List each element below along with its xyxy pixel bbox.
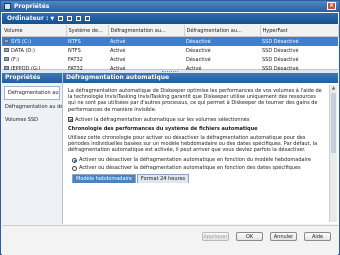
volume-name: DATA (D:) — [11, 47, 35, 54]
auto-defrag-cell: Activé — [110, 56, 126, 63]
refresh-icon[interactable] — [67, 16, 73, 21]
section-title: Chronologie des performances du système … — [68, 125, 258, 132]
filesystem-cell: FAT32 — [68, 56, 83, 63]
column-header[interactable]: HyperFast — [260, 25, 339, 37]
app-icon — [4, 3, 11, 10]
nav-item-ssd-volumes[interactable]: Volumes SSD — [2, 114, 62, 126]
filesystem-cell: NTFS — [66, 36, 108, 46]
column-header[interactable]: Système de... — [66, 25, 109, 37]
boot-defrag-cell: Désactivé — [186, 56, 211, 63]
filesystem-cell: NTFS — [68, 47, 81, 54]
vertical-scrollbar[interactable]: ▲ — [329, 85, 337, 222]
select-all-icon[interactable] — [58, 16, 64, 21]
title-bar: Propriétés × — [1, 1, 339, 12]
section-text: Utilisez cette chronologie pour activer … — [68, 134, 318, 154]
properties-window: Propriétés × Ordinateur : ▼ Volume Systè… — [0, 0, 340, 255]
table-row[interactable]: DATA (D:) NTFS Activé Désactivé SSD Désa… — [2, 46, 338, 55]
boot-defrag-cell: Désactivé — [186, 47, 211, 54]
drive-icon — [4, 48, 9, 52]
table-row[interactable]: SYS (C:) NTFS Activé Désactivé SSD Désac… — [2, 36, 338, 46]
nav-title: Propriétés — [2, 73, 62, 83]
radio-icon[interactable] — [72, 158, 77, 164]
toolbar: Ordinateur : ▼ — [2, 13, 338, 24]
weekly-pattern-radio[interactable]: Activer ou désactiver la défragmentation… — [72, 157, 325, 164]
table-row[interactable]: (F:) FAT32 Activé Désactivé SSD Désactiv… — [2, 55, 338, 64]
intro-text: La défragmentation automatique de Diskee… — [68, 88, 322, 113]
column-header[interactable]: Défragmentation au... — [108, 25, 185, 37]
volume-name: SYS (C:) — [11, 38, 32, 45]
nav-item-automatic-defrag[interactable]: Défragmentation automatique — [4, 86, 60, 100]
checkbox-icon[interactable] — [68, 117, 73, 123]
settings-panel: Défragmentation automatique La défragmen… — [63, 73, 338, 224]
chevron-down-icon[interactable]: ▼ — [50, 16, 54, 22]
tab-weekly-pattern[interactable]: Modèle hebdomadaire — [72, 174, 136, 184]
boot-defrag-cell: Désactivé — [184, 36, 260, 46]
radio-label: Activer ou désactiver la défragmentation… — [79, 165, 301, 172]
scroll-up-icon[interactable]: ▲ — [330, 85, 337, 91]
hyperfast-cell: SSD Désactivé — [262, 56, 299, 63]
volume-list-header: Volume Système de... Défragmentation au.… — [2, 25, 339, 37]
nav-item-boot-defrag[interactable]: Défragmentation au démarrage — [2, 101, 62, 113]
cancel-button[interactable]: Annuler — [270, 232, 297, 241]
specific-dates-radio[interactable]: Activer ou désactiver la défragmentation… — [72, 165, 325, 172]
close-button[interactable]: × — [327, 2, 336, 10]
hyperfast-cell: SSD Désactivé — [260, 36, 338, 46]
auto-defrag-cell: Activé — [110, 47, 126, 54]
computer-selector[interactable]: Ordinateur : — [7, 15, 48, 22]
panel-title: Défragmentation automatique — [63, 73, 338, 83]
window-title: Propriétés — [14, 3, 50, 10]
dialog-footer: Appliquer OK Annuler Aide — [2, 225, 338, 255]
properties-nav: Propriétés Défragmentation automatique D… — [2, 73, 63, 224]
hyperfast-cell: SSD Désactivé — [262, 47, 299, 54]
panel-content: La défragmentation automatique de Diskee… — [65, 85, 328, 222]
filter-icon[interactable] — [76, 16, 82, 21]
checkbox-label: Activer la défragmentation automatique s… — [75, 116, 250, 123]
drive-icon — [4, 39, 9, 43]
tab-24h-format[interactable]: Format 24 heures — [136, 174, 190, 184]
help-button[interactable]: Aide — [304, 232, 331, 241]
schedule-tabs: Modèle hebdomadaire Format 24 heures — [72, 174, 325, 184]
enable-auto-defrag-checkbox[interactable]: Activer la défragmentation automatique s… — [68, 117, 325, 123]
columns-icon[interactable] — [85, 16, 91, 21]
scroll-thumb[interactable] — [331, 93, 336, 153]
column-header[interactable]: Défragmentation au... — [184, 25, 261, 37]
drive-icon — [4, 57, 9, 61]
apply-button[interactable]: Appliquer — [202, 232, 229, 241]
radio-label: Activer ou désactiver la défragmentation… — [79, 157, 311, 164]
radio-icon[interactable] — [72, 166, 77, 172]
auto-defrag-cell: Activé — [108, 36, 184, 46]
ok-button[interactable]: OK — [236, 232, 263, 241]
volume-name: (F:) — [11, 56, 20, 63]
column-header[interactable]: Volume — [2, 25, 67, 37]
volume-list: Volume Système de... Défragmentation au.… — [2, 25, 339, 72]
